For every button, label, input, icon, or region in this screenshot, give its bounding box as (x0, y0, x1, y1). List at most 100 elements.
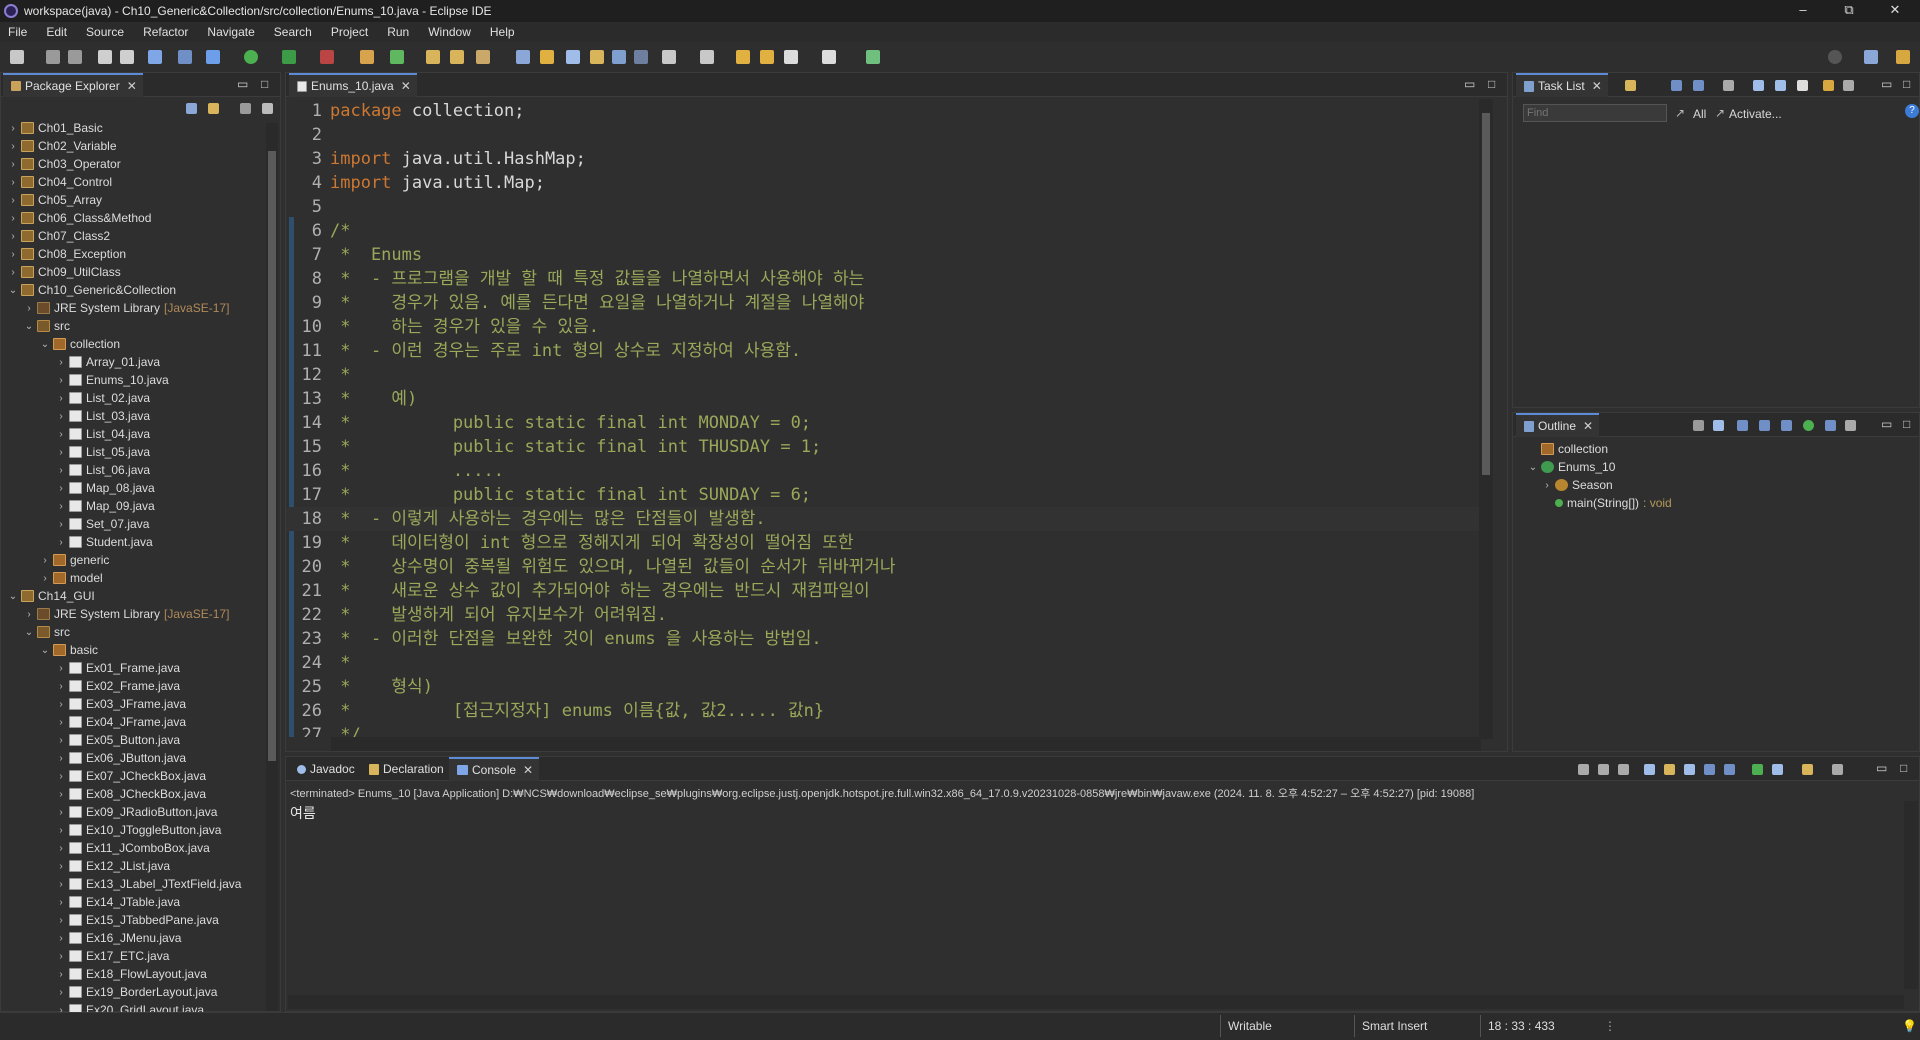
tree-item[interactable]: › Ch09_UtilClass (7, 263, 120, 281)
tree-item[interactable]: ⌄ basic (39, 641, 98, 659)
chevron-down-icon[interactable]: ⌄ (39, 645, 51, 656)
chevron-right-icon[interactable]: › (7, 177, 19, 188)
code-line[interactable]: 24 * (286, 651, 1481, 675)
code-line[interactable]: 10 * 하는 경우가 있을 수 있음. (286, 315, 1481, 339)
chevron-right-icon[interactable]: › (7, 267, 19, 278)
chevron-right-icon[interactable]: › (55, 771, 67, 782)
tree-item[interactable]: › List_06.java (55, 461, 150, 479)
tree-item[interactable]: › generic (39, 551, 109, 569)
pin-editor-icon[interactable] (866, 50, 880, 64)
tree-item[interactable]: › Ex01_Frame.java (55, 659, 180, 677)
tree-item[interactable]: › Set_07.java (55, 515, 149, 533)
highlight-icon[interactable] (540, 50, 554, 64)
minimize-panel-icon[interactable]: ▭ (1876, 761, 1887, 775)
tree-item[interactable]: › Ch07_Class2 (7, 227, 110, 245)
chevron-right-icon[interactable]: › (55, 663, 67, 674)
chevron-down-icon[interactable]: ⌄ (39, 339, 51, 350)
tab-task-list[interactable]: Task List ✕ (1516, 73, 1608, 97)
code-line[interactable]: 13 * 예) (286, 387, 1481, 411)
terminate-icon[interactable] (1578, 764, 1589, 775)
tree-item[interactable]: ⌄ src (23, 623, 70, 641)
console-horizontal-scrollbar[interactable] (288, 995, 1904, 1009)
tab-enums-10[interactable]: Enums_10.java ✕ (289, 73, 417, 97)
hide-completed-icon[interactable] (1723, 80, 1734, 91)
chevron-right-icon[interactable]: › (55, 357, 67, 368)
quick-access-search-icon[interactable] (1828, 50, 1842, 64)
code-line[interactable]: 15 * public static final int THUSDAY = 1… (286, 435, 1481, 459)
scroll-lock-icon[interactable] (1644, 764, 1655, 775)
chevron-right-icon[interactable]: › (55, 519, 67, 530)
chevron-right-icon[interactable]: › (55, 861, 67, 872)
categorized-icon[interactable] (1671, 80, 1682, 91)
view-menu-icon[interactable] (262, 103, 273, 114)
show-on-output-icon[interactable] (1704, 764, 1715, 775)
chevron-right-icon[interactable]: › (55, 411, 67, 422)
chevron-right-icon[interactable]: › (55, 807, 67, 818)
open-type-icon[interactable] (426, 50, 440, 64)
tree-item[interactable]: › Ex07_JCheckBox.java (55, 767, 206, 785)
chevron-right-icon[interactable]: › (7, 159, 19, 170)
status-menu-icon[interactable]: ⋮ (1604, 1019, 1616, 1033)
tree-item[interactable]: › Ch06_Class&Method (7, 209, 151, 227)
menu-search[interactable]: Search (274, 25, 312, 39)
tree-item[interactable]: › Ch05_Array (7, 191, 102, 209)
chevron-right-icon[interactable]: › (7, 195, 19, 206)
coverage-icon[interactable] (282, 50, 296, 64)
outline-item-package[interactable]: collection (1527, 440, 1608, 458)
code-line[interactable]: 12 * (286, 363, 1481, 387)
tree-item[interactable]: › Ex19_BorderLayout.java (55, 983, 217, 1001)
close-icon[interactable]: ✕ (401, 79, 411, 93)
chevron-down-icon[interactable]: ⌄ (1527, 462, 1539, 473)
chevron-right-icon[interactable]: › (55, 753, 67, 764)
code-line[interactable]: 27 */ (286, 723, 1481, 737)
close-icon[interactable]: ✕ (1583, 419, 1593, 433)
tips-icon[interactable]: 💡 (1902, 1019, 1917, 1033)
new-task-icon[interactable] (1625, 80, 1636, 91)
tree-item[interactable]: › Ex17_ETC.java (55, 947, 169, 965)
tree-item[interactable]: › Ex15_JTabbedPane.java (55, 911, 218, 929)
tree-item[interactable]: › Ch01_Basic (7, 119, 102, 137)
view-menu-icon[interactable] (1845, 420, 1856, 431)
minimize-panel-icon[interactable]: ▭ (1464, 77, 1475, 91)
package-explorer-scrollbar[interactable] (266, 123, 278, 1011)
maximize-panel-icon[interactable]: □ (1900, 761, 1907, 775)
chevron-right-icon[interactable]: › (55, 393, 67, 404)
console-vertical-scrollbar[interactable] (1904, 801, 1918, 989)
toggle-mark-icon[interactable] (516, 50, 530, 64)
external-tools-icon[interactable] (320, 50, 334, 64)
sort-icon[interactable] (1737, 420, 1748, 431)
tab-outline[interactable]: Outline ✕ (1516, 413, 1600, 437)
menu-navigate[interactable]: Navigate (207, 25, 254, 39)
hide-fields-icon[interactable] (1759, 420, 1770, 431)
chevron-right-icon[interactable]: › (23, 303, 35, 314)
chevron-right-icon[interactable]: › (55, 375, 67, 386)
terminal-icon[interactable] (148, 50, 162, 64)
hide-nonpublic-icon[interactable] (1803, 420, 1814, 431)
chevron-right-icon[interactable]: › (39, 555, 51, 566)
task-find-input[interactable] (1523, 104, 1667, 122)
tree-item[interactable]: ⌄ Ch10_Generic&Collection (7, 281, 176, 299)
tree-item[interactable]: › Ex06_JButton.java (55, 749, 186, 767)
tree-item[interactable]: › List_03.java (55, 407, 150, 425)
collapse-all-icon[interactable] (1753, 80, 1764, 91)
editor-vertical-scrollbar[interactable] (1479, 99, 1493, 739)
tree-item[interactable]: › Ex02_Frame.java (55, 677, 180, 695)
close-icon[interactable]: ✕ (523, 763, 533, 777)
code-line[interactable]: 17 * public static final int SUNDAY = 6; (286, 483, 1481, 507)
code-line[interactable]: 26 * [접근지정자] enums 이름{값, 값2..... 값n} (286, 699, 1481, 723)
code-line[interactable]: 7 * Enums (286, 243, 1481, 267)
code-line[interactable]: 9 * 경우가 있음. 예를 든다면 요일을 나열하거나 계절을 나열해야 (286, 291, 1481, 315)
tree-item[interactable]: › Ex04_JFrame.java (55, 713, 186, 731)
tree-item[interactable]: › Array_01.java (55, 353, 160, 371)
tree-item[interactable]: › List_05.java (55, 443, 150, 461)
outline-item-enum[interactable]: › Season (1541, 476, 1612, 494)
word-wrap-icon[interactable] (1664, 764, 1675, 775)
prev-annotation-icon[interactable] (700, 50, 714, 64)
code-line[interactable]: 21 * 새로운 상수 값이 추가되어야 하는 경우에는 반드시 재컴파일이 (286, 579, 1481, 603)
show-whitespace-icon[interactable] (612, 50, 626, 64)
chevron-right-icon[interactable]: › (55, 537, 67, 548)
chevron-right-icon[interactable]: › (55, 429, 67, 440)
focus-on-task-icon[interactable] (1693, 420, 1704, 431)
chevron-right-icon[interactable]: › (7, 213, 19, 224)
show-on-error-icon[interactable] (1724, 764, 1735, 775)
